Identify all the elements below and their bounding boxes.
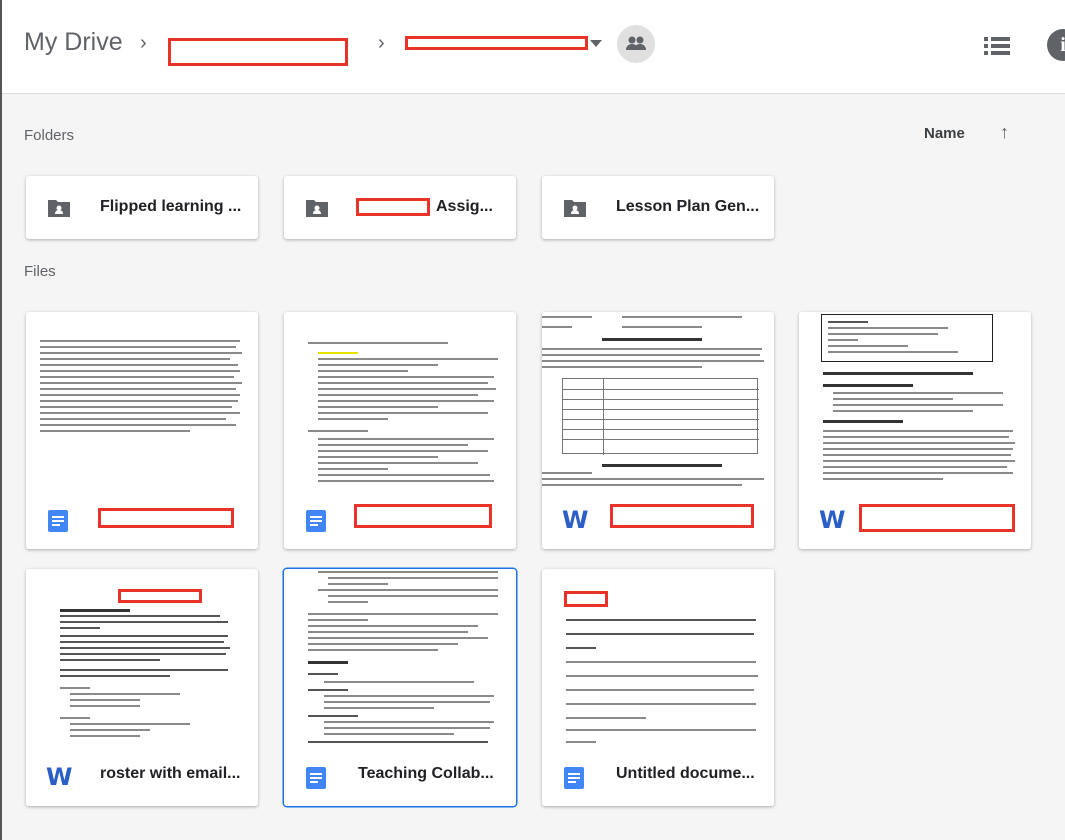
folders-heading: Folders xyxy=(24,127,75,144)
redacted-file-name xyxy=(859,504,1015,532)
breadcrumb-my-drive[interactable]: My Drive xyxy=(24,28,123,57)
folder-name: Lesson Plan Gen... xyxy=(616,198,760,215)
redacted-folder-name-part xyxy=(356,198,430,216)
file-card[interactable]: Teaching Collab... xyxy=(284,569,516,806)
document-preview xyxy=(284,569,516,749)
file-name: Untitled docume... xyxy=(616,765,755,782)
document-preview xyxy=(26,312,258,492)
document-preview xyxy=(542,312,774,492)
redacted-file-name xyxy=(610,504,754,528)
file-card[interactable]: Untitled docume... xyxy=(542,569,774,806)
folder-card[interactable]: Lesson Plan Gen... xyxy=(542,176,774,239)
file-card[interactable] xyxy=(284,312,516,549)
shared-folder-icon xyxy=(48,200,70,217)
files-heading: Files xyxy=(24,263,56,280)
word-document-icon: W xyxy=(46,763,73,791)
redacted-file-name xyxy=(354,504,492,528)
people-icon[interactable] xyxy=(617,25,655,63)
document-preview xyxy=(542,569,774,749)
redacted-heading xyxy=(564,591,608,607)
folder-card[interactable]: Assig... xyxy=(284,176,516,239)
file-name: roster with email... xyxy=(100,765,241,782)
folder-name: Flipped learning ... xyxy=(100,198,242,215)
document-preview xyxy=(26,569,258,749)
document-preview xyxy=(799,312,1031,492)
chevron-down-icon[interactable] xyxy=(590,40,602,47)
google-docs-icon xyxy=(48,510,68,532)
word-document-icon: W xyxy=(562,506,589,534)
google-docs-icon xyxy=(306,767,326,789)
breadcrumb-separator-icon: › xyxy=(140,32,147,54)
info-icon[interactable]: i xyxy=(1047,29,1065,61)
folder-name: Assig... xyxy=(436,198,493,215)
shared-folder-icon xyxy=(306,200,328,217)
file-name: Teaching Collab... xyxy=(358,765,494,782)
redacted-breadcrumb-current[interactable] xyxy=(405,36,588,50)
drive-window: My Drive › › i Folders Name ↑ Flipped le… xyxy=(0,0,1065,840)
shared-folder-icon xyxy=(564,200,586,217)
document-preview xyxy=(284,312,516,492)
redacted-file-name xyxy=(98,508,234,528)
list-view-icon[interactable] xyxy=(984,35,1010,57)
word-document-icon: W xyxy=(819,506,846,534)
folder-card[interactable]: Flipped learning ... xyxy=(26,176,258,239)
sort-by-name[interactable]: Name xyxy=(924,125,965,142)
redacted-heading xyxy=(118,589,202,603)
sort-direction-arrow-icon[interactable]: ↑ xyxy=(1000,122,1009,143)
breadcrumb-separator-icon: › xyxy=(378,32,385,54)
file-card[interactable] xyxy=(26,312,258,549)
redacted-breadcrumb-folder[interactable] xyxy=(168,38,348,66)
top-bar: My Drive › › i xyxy=(2,0,1065,94)
google-docs-icon xyxy=(564,767,584,789)
file-card[interactable]: W xyxy=(542,312,774,549)
file-card[interactable]: W roster with email... xyxy=(26,569,258,806)
file-card[interactable]: W xyxy=(799,312,1031,549)
google-docs-icon xyxy=(306,510,326,532)
